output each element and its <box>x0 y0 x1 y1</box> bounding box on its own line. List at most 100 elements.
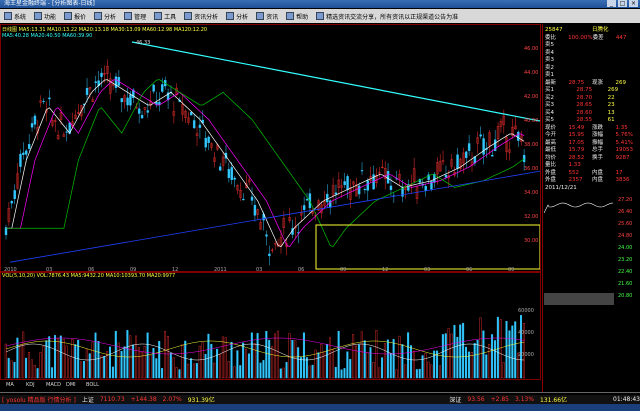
candle-body <box>198 124 202 128</box>
volume-bar <box>48 336 51 379</box>
volume-bar <box>291 340 294 379</box>
menu-help[interactable]: 帮助 <box>282 12 312 21</box>
mini-volume-area <box>544 293 614 305</box>
status-left-label[interactable]: [ yosolu 精品版 行情分析 ] <box>2 395 76 404</box>
volume-bar <box>302 332 305 379</box>
volume-bar <box>88 353 91 379</box>
candle-body <box>137 108 141 114</box>
volume-bar <box>378 367 381 379</box>
volume-bar <box>195 363 198 379</box>
volume-bar <box>334 366 337 379</box>
menu-msg[interactable]: 精选资讯交流分享，所有资讯以正规渠道公告为准 <box>312 12 462 21</box>
candle-body <box>424 185 427 191</box>
volume-bar <box>204 353 207 379</box>
file-icon <box>4 12 12 20</box>
quote-icon <box>64 12 73 20</box>
volume-bar <box>207 333 210 379</box>
volume-bar <box>271 346 274 379</box>
candle-body <box>42 100 45 102</box>
volume-bar <box>326 343 329 379</box>
candle-body <box>334 192 338 195</box>
volume-bar <box>410 345 413 379</box>
volume-bar <box>100 355 103 379</box>
volume-bar <box>349 359 352 379</box>
volume-bar <box>389 353 392 379</box>
volume-bar <box>465 346 468 379</box>
candle-body <box>120 98 123 103</box>
candle-body <box>465 151 468 158</box>
index2-amount: 131.66亿 <box>540 397 568 404</box>
candle-body <box>190 112 193 116</box>
volume-bar <box>392 339 395 379</box>
menu-file[interactable]: 系统 <box>0 12 30 21</box>
volume-chart[interactable]: VOL(5,10,20) VOL:7876.43 MA5:9432.20 MA1… <box>0 272 541 388</box>
candle-body <box>326 193 329 203</box>
indicator-tab[interactable]: KDJ <box>26 382 35 388</box>
candle-body <box>22 152 25 155</box>
menu-analysis[interactable]: 分析 <box>90 12 120 21</box>
indicator-tab[interactable]: BOLL <box>86 382 99 388</box>
candle-body <box>25 150 28 155</box>
menu-manage[interactable]: 管理 <box>120 12 150 21</box>
volume-tick-label: 40000 <box>518 330 534 336</box>
close-button[interactable]: × <box>629 0 638 7</box>
volume-bar <box>253 343 256 379</box>
candle-body <box>48 97 51 100</box>
volume-bar <box>259 362 262 379</box>
volume-bar <box>247 353 250 379</box>
volume-bar <box>97 341 100 379</box>
index1-value: 7110.73 <box>99 396 125 403</box>
mini-tick-label: 25.60 <box>618 221 632 227</box>
menu-info[interactable]: 资讯分析 <box>180 12 222 21</box>
volume-tick-label: 20000 <box>518 352 534 358</box>
volume-tick-label: 60000 <box>518 308 534 314</box>
volume-bar <box>85 349 88 379</box>
indicator-tab[interactable]: DMI <box>66 382 76 388</box>
candle-body <box>491 154 494 157</box>
volume-bar <box>120 350 123 379</box>
volume-bar <box>213 362 216 379</box>
volume-bar <box>62 339 65 379</box>
volume-bar <box>415 369 418 379</box>
volume-bar <box>450 333 453 379</box>
volume-bar <box>236 350 239 379</box>
indicator-tab[interactable]: MACD <box>46 382 61 388</box>
price-tick-label: 38.00 <box>524 142 538 148</box>
volume-bar <box>404 364 407 379</box>
volume-bar <box>42 346 45 379</box>
volume-bar <box>282 367 285 379</box>
candle-body <box>65 131 68 133</box>
price-tick-label: 36.00 <box>524 166 538 172</box>
volume-bar <box>331 349 334 379</box>
kline-chart[interactable]: 日线图 MA5:13.31 MA10:13.22 MA20:13.18 MA30… <box>0 24 541 272</box>
candle-body <box>10 200 13 204</box>
volume-bar <box>352 334 355 379</box>
volume-bar <box>285 362 288 379</box>
menu-trade[interactable]: 分析 <box>222 12 252 21</box>
status-bar: [ yosolu 精品版 行情分析 ] 上证 7110.73 +144.38 2… <box>0 392 640 411</box>
menu-quote[interactable]: 报价 <box>60 12 90 21</box>
volume-bar <box>386 339 389 379</box>
mini-tick-label: 27.20 <box>618 197 632 203</box>
candle-body <box>218 166 222 171</box>
candle-body <box>94 81 97 83</box>
menu-func[interactable]: 功能 <box>30 12 60 21</box>
candle-body <box>517 131 520 141</box>
volume-bar <box>447 328 450 379</box>
chart-frame <box>0 24 541 272</box>
volume-bar <box>433 350 436 379</box>
mini-tick-label: 22.40 <box>618 269 632 275</box>
index1-pct: 2.07% <box>162 396 182 403</box>
msg-icon <box>316 12 325 20</box>
index1-name: 上证 <box>81 397 94 404</box>
minimize-button[interactable]: _ <box>607 0 616 7</box>
intraday-mini-chart: 27.20 26.40 25.60 24.80 24.00 23.20 22.40 21.60… <box>544 197 632 305</box>
maximize-button[interactable]: □ <box>618 0 627 7</box>
menu-global[interactable]: 资讯 <box>252 12 282 21</box>
indicator-tab[interactable]: MA <box>6 382 14 388</box>
title-bar: 海王星金融终端 - [分析图表-日线] _ □ × <box>0 0 640 8</box>
menu-tools[interactable]: 工具 <box>150 12 180 21</box>
volume-bar <box>178 369 181 379</box>
candle-body <box>30 123 34 128</box>
volume-bar <box>363 340 366 379</box>
